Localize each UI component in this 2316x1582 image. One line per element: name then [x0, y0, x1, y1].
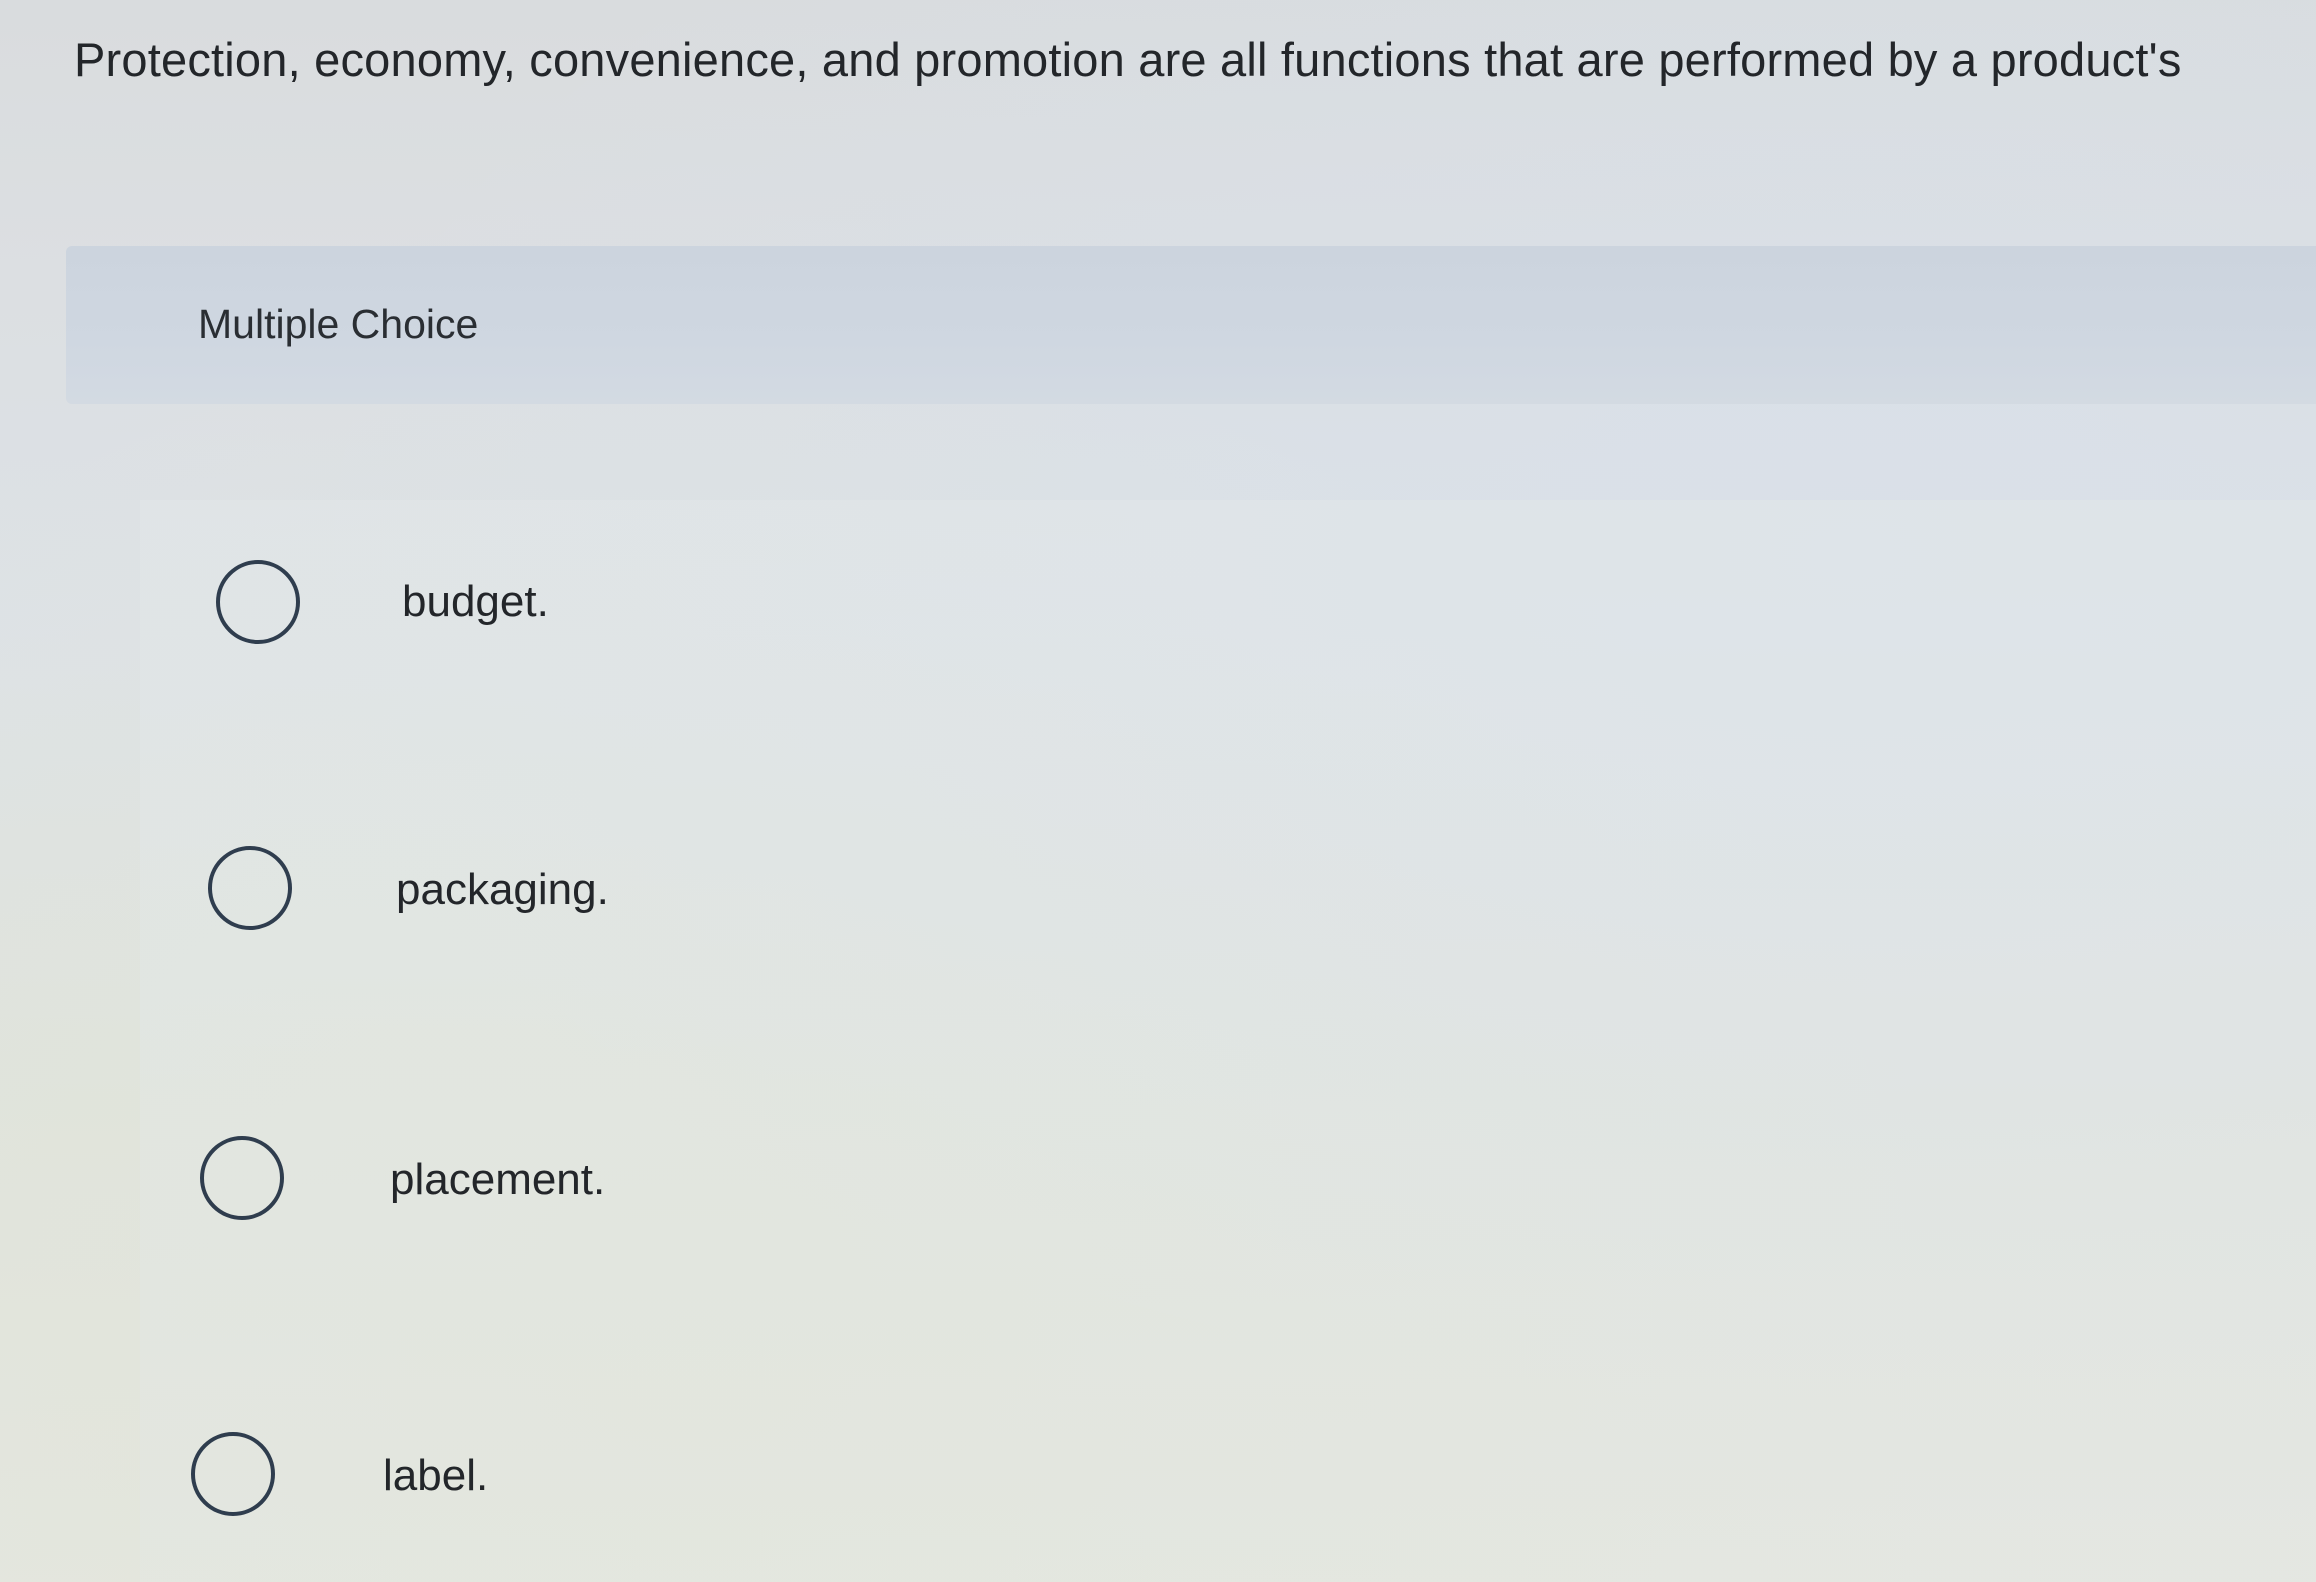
radio-button-packaging[interactable]	[208, 846, 292, 930]
answer-options: budget. packaging. placement. label.	[140, 500, 2316, 1582]
option-label-budget[interactable]: budget.	[402, 572, 549, 632]
option-label-label[interactable]: label.	[383, 1446, 488, 1506]
multiple-choice-header: Multiple Choice	[66, 246, 2316, 404]
question-text: Protection, economy, convenience, and pr…	[74, 33, 2182, 86]
multiple-choice-label: Multiple Choice	[198, 301, 479, 347]
option-packaging[interactable]: packaging.	[140, 834, 1540, 964]
option-label[interactable]: label.	[140, 1424, 1540, 1554]
option-placement[interactable]: placement.	[140, 1126, 1540, 1256]
option-label-placement[interactable]: placement.	[390, 1150, 605, 1210]
option-budget[interactable]: budget.	[140, 546, 1540, 676]
option-label-packaging[interactable]: packaging.	[396, 860, 609, 920]
radio-button-budget[interactable]	[216, 560, 300, 644]
radio-button-placement[interactable]	[200, 1136, 284, 1220]
radio-button-label[interactable]	[191, 1432, 275, 1516]
